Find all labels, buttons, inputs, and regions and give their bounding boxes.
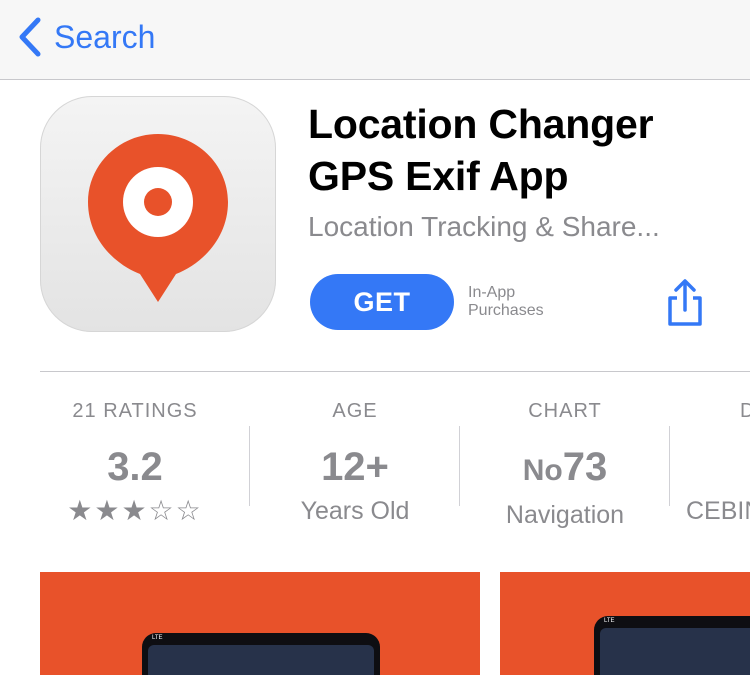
get-button[interactable]: GET: [310, 274, 454, 330]
app-title-line-1: Location Changer: [308, 101, 654, 147]
chart-rank-value: 73: [562, 445, 608, 489]
header-divider: [40, 371, 750, 372]
chevron-left-icon: [19, 17, 41, 57]
chart-rank: No73: [460, 440, 670, 498]
chart-rank-prefix: No: [522, 454, 563, 487]
app-title-line-2: GPS Exif App: [308, 153, 569, 199]
screenshot-2[interactable]: LTE: [500, 572, 750, 675]
phone-mockup: LTE: [142, 633, 380, 675]
status-bar-text: LTE: [152, 635, 163, 641]
screenshot-1[interactable]: LTE: [40, 572, 480, 675]
developer-label: D: [740, 400, 750, 422]
phone-mockup: LTE: [594, 616, 750, 675]
app-title: Location Changer GPS Exif App: [308, 98, 728, 202]
age-value: 12+: [321, 445, 389, 489]
ratings-label: 21 RATINGS: [72, 400, 198, 422]
age-sub: Years Old: [300, 497, 410, 525]
iap-line-1: In-App: [468, 284, 516, 301]
phone-screen: [600, 628, 750, 675]
rating-value: 3.2: [107, 445, 163, 489]
navigation-bar: Search: [0, 0, 750, 80]
share-icon: [668, 279, 702, 326]
star-rating: ★★★☆☆: [67, 495, 203, 526]
iap-line-2: Purchases: [468, 302, 544, 319]
back-label: Search: [54, 19, 156, 55]
chart-info[interactable]: CHART No73 Navigation: [460, 396, 670, 532]
developer-info[interactable]: D CEBIN: [670, 396, 750, 528]
app-subtitle: Location Tracking & Share...: [308, 211, 660, 242]
ratings-info[interactable]: 21 RATINGS 3.2 ★★★☆☆: [30, 396, 240, 528]
age-info: AGE 12+ Years Old: [250, 396, 460, 528]
status-bar-text: LTE: [604, 618, 615, 624]
chart-category: Navigation: [505, 501, 625, 529]
app-icon: [40, 96, 276, 332]
phone-screen: [148, 645, 374, 675]
location-pin-icon: [88, 134, 228, 302]
share-button[interactable]: [662, 278, 708, 328]
age-label: AGE: [332, 400, 378, 422]
chart-label: CHART: [528, 400, 602, 422]
in-app-purchases-note: In-App Purchases: [468, 284, 544, 320]
back-button[interactable]: Search: [16, 14, 155, 60]
developer-name: CEBIN: [686, 497, 750, 525]
